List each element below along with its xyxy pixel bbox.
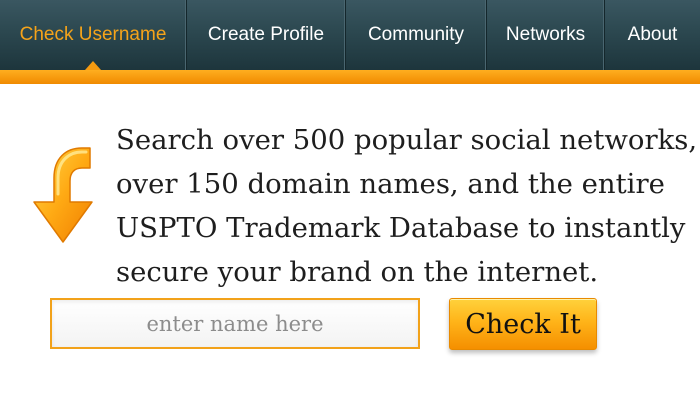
headline-line: over 150 domain names, and the entire: [116, 168, 665, 200]
nav-item-create-profile[interactable]: Create Profile: [187, 0, 346, 70]
nav-item-networks[interactable]: Networks: [487, 0, 605, 70]
nav-item-label: Create Profile: [207, 24, 325, 45]
headline-line: secure your brand on the internet.: [116, 256, 599, 288]
nav-item-about[interactable]: About: [605, 0, 700, 70]
nav-item-check-username[interactable]: Check Username: [0, 0, 187, 70]
nav-item-label: Networks: [505, 24, 586, 45]
check-it-button[interactable]: Check It: [449, 298, 597, 350]
active-indicator: [85, 61, 101, 70]
nav-item-community[interactable]: Community: [346, 0, 487, 70]
headline-line: Search over 500 popular social networks,: [116, 124, 698, 156]
nav-item-label: About: [627, 24, 678, 45]
nav-accent-bar: [0, 70, 700, 84]
curved-down-arrow-icon: [33, 147, 93, 243]
nav-item-label: Community: [367, 24, 465, 45]
headline-line: USPTO Trademark Database to instantly: [116, 212, 686, 244]
headline-text: Search over 500 popular social networks,…: [116, 118, 700, 294]
nav-item-label: Check Username: [19, 24, 167, 45]
main-nav: Check Username Create Profile Community …: [0, 0, 700, 70]
username-search-input[interactable]: [50, 298, 420, 349]
